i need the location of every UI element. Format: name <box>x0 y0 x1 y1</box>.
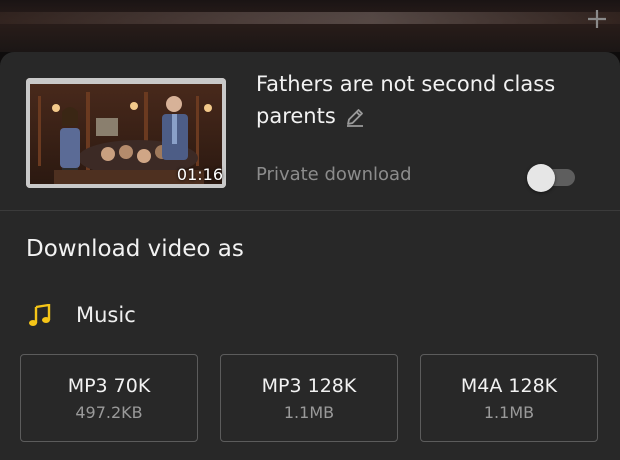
format-size: 497.2KB <box>75 403 143 422</box>
pencil-icon[interactable] <box>344 106 366 128</box>
format-name: MP3 128K <box>261 375 357 397</box>
video-title-text: Fathers are not second class parents <box>256 72 556 128</box>
private-download-label: Private download <box>256 164 412 185</box>
format-mp3-128k-button[interactable]: MP3 128K 1.1MB <box>220 354 398 442</box>
download-sheet: 01:16 Fathers are not second class paren… <box>0 52 620 460</box>
music-note-icon <box>29 304 51 326</box>
private-download-toggle[interactable] <box>527 164 577 192</box>
video-thumbnail[interactable]: 01:16 <box>26 78 226 188</box>
format-m4a-128k-button[interactable]: M4A 128K 1.1MB <box>420 354 598 442</box>
toggle-knob <box>527 164 555 192</box>
plus-icon[interactable] <box>586 8 608 30</box>
download-section-title: Download video as <box>26 236 244 262</box>
background-video-frame <box>0 12 620 24</box>
music-label: Music <box>76 303 136 327</box>
video-title[interactable]: Fathers are not second class parents <box>256 68 586 132</box>
format-name: M4A 128K <box>460 375 558 397</box>
video-duration: 01:16 <box>176 165 223 184</box>
format-mp3-70k-button[interactable]: MP3 70K 497.2KB <box>20 354 198 442</box>
format-size: 1.1MB <box>283 403 335 422</box>
background-video <box>0 0 620 52</box>
format-name: MP3 70K <box>67 375 151 397</box>
format-size: 1.1MB <box>483 403 535 422</box>
section-divider <box>0 210 620 211</box>
